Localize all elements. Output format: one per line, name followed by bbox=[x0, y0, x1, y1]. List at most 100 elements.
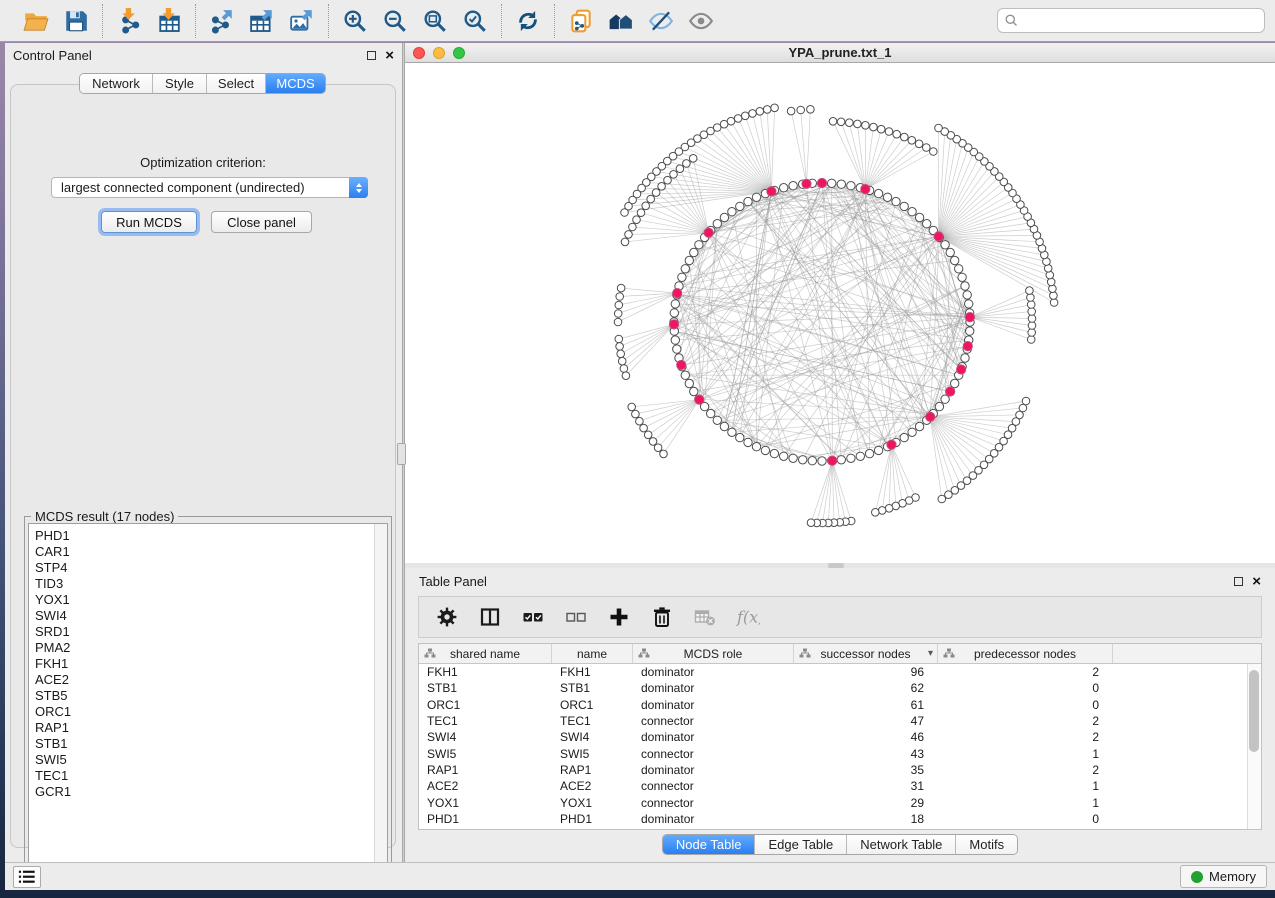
mcds-result-item[interactable]: SWI4 bbox=[35, 608, 387, 624]
table-cell: ACE2 bbox=[419, 778, 552, 794]
show-all-eye-icon[interactable] bbox=[686, 6, 716, 36]
close-table-panel-icon[interactable]: × bbox=[1252, 577, 1261, 586]
table-row[interactable]: TEC1TEC1connector472 bbox=[419, 713, 1261, 729]
tab-network-table[interactable]: Network Table bbox=[847, 835, 956, 854]
close-panel-icon[interactable]: × bbox=[385, 51, 394, 60]
zoom-selected-icon[interactable] bbox=[460, 6, 490, 36]
table-row[interactable]: PHD1PHD1dominator180 bbox=[419, 811, 1261, 827]
search-box bbox=[997, 8, 1265, 33]
table-row[interactable]: SWI4SWI4dominator462 bbox=[419, 729, 1261, 745]
float-table-panel-icon[interactable] bbox=[1234, 577, 1243, 586]
mcds-list-scrollbar[interactable] bbox=[374, 524, 387, 875]
hide-selection-eye-icon[interactable] bbox=[646, 6, 676, 36]
mcds-result-item[interactable]: CAR1 bbox=[35, 544, 387, 560]
table-cell: FKH1 bbox=[552, 664, 633, 680]
optimization-criterion-select[interactable]: largest connected component (undirected) bbox=[51, 177, 368, 198]
split-pane-icon[interactable] bbox=[476, 603, 504, 631]
table-row[interactable]: ORC1ORC1dominator610 bbox=[419, 697, 1261, 713]
neighbor-houses-icon[interactable] bbox=[606, 6, 636, 36]
import-table-icon[interactable] bbox=[154, 6, 184, 36]
run-mcds-button[interactable]: Run MCDS bbox=[101, 211, 197, 233]
tab-edge-table[interactable]: Edge Table bbox=[755, 835, 847, 854]
checked-pair-icon[interactable] bbox=[519, 603, 547, 631]
column-header-MCDS-role[interactable]: MCDS role bbox=[633, 644, 794, 663]
table-row[interactable]: FKH1FKH1dominator962 bbox=[419, 664, 1261, 680]
table-cell: ACE2 bbox=[552, 778, 633, 794]
column-header-name[interactable]: name bbox=[552, 644, 633, 663]
table-cell: connector bbox=[633, 713, 794, 729]
table-cell: 1 bbox=[938, 745, 1113, 761]
tab-motifs[interactable]: Motifs bbox=[956, 835, 1017, 854]
float-panel-icon[interactable] bbox=[367, 51, 376, 60]
network-window-title: YPA_prune.txt_1 bbox=[405, 45, 1275, 60]
zoom-out-icon[interactable] bbox=[380, 6, 410, 36]
attribute-tree-icon bbox=[424, 648, 436, 662]
unchecked-pair-icon[interactable] bbox=[562, 603, 590, 631]
column-header-successor-nodes[interactable]: successor nodes▾ bbox=[794, 644, 938, 663]
mcds-result-item[interactable]: SRD1 bbox=[35, 624, 387, 640]
memory-button[interactable]: Memory bbox=[1180, 865, 1267, 888]
open-file-icon[interactable] bbox=[21, 6, 51, 36]
export-table-icon[interactable] bbox=[247, 6, 277, 36]
tab-mcds[interactable]: MCDS bbox=[266, 74, 325, 93]
column-header-shared-name[interactable]: shared name bbox=[419, 644, 552, 663]
refresh-view-icon[interactable] bbox=[513, 6, 543, 36]
mcds-result-item[interactable]: STB1 bbox=[35, 736, 387, 752]
import-network-icon[interactable] bbox=[114, 6, 144, 36]
table-panel-tabs: Node TableEdge TableNetwork TableMotifs bbox=[662, 834, 1018, 855]
mcds-result-item[interactable]: TEC1 bbox=[35, 768, 387, 784]
mcds-result-item[interactable]: ACE2 bbox=[35, 672, 387, 688]
table-cell: dominator bbox=[633, 762, 794, 778]
mcds-result-item[interactable]: TID3 bbox=[35, 576, 387, 592]
plus-icon[interactable] bbox=[605, 603, 633, 631]
table-row[interactable]: ACE2ACE2connector311 bbox=[419, 778, 1261, 794]
zoom-fit-icon[interactable] bbox=[420, 6, 450, 36]
close-panel-button[interactable]: Close panel bbox=[211, 211, 312, 233]
mcds-result-item[interactable]: STB5 bbox=[35, 688, 387, 704]
mcds-result-title: MCDS result (17 nodes) bbox=[31, 509, 178, 524]
mcds-result-item[interactable]: YOX1 bbox=[35, 592, 387, 608]
network-window-titlebar[interactable]: YPA_prune.txt_1 bbox=[405, 43, 1275, 63]
zoom-in-icon[interactable] bbox=[340, 6, 370, 36]
table-cell: ORC1 bbox=[419, 697, 552, 713]
mcds-result-item[interactable]: RAP1 bbox=[35, 720, 387, 736]
fx-icon[interactable]: f(x) bbox=[734, 603, 762, 631]
table-cell: 0 bbox=[938, 811, 1113, 827]
table-delete-icon[interactable] bbox=[691, 603, 719, 631]
table-cell: TEC1 bbox=[552, 713, 633, 729]
table-row[interactable]: RAP1RAP1dominator352 bbox=[419, 762, 1261, 778]
mcds-result-list[interactable]: PHD1CAR1STP4TID3YOX1SWI4SRD1PMA2FKH1ACE2… bbox=[28, 523, 388, 876]
table-cell: YOX1 bbox=[419, 794, 552, 810]
panel-list-button[interactable] bbox=[13, 866, 41, 888]
save-session-icon[interactable] bbox=[61, 6, 91, 36]
export-image-icon[interactable] bbox=[287, 6, 317, 36]
tab-node-table[interactable]: Node Table bbox=[663, 835, 756, 854]
attribute-tree-icon bbox=[943, 648, 955, 662]
gear-icon[interactable] bbox=[433, 603, 461, 631]
trash-icon[interactable] bbox=[648, 603, 676, 631]
attribute-tree-icon bbox=[638, 648, 650, 662]
search-input[interactable] bbox=[997, 8, 1265, 33]
column-header-predecessor-nodes[interactable]: predecessor nodes bbox=[938, 644, 1113, 663]
table-scrollbar[interactable] bbox=[1247, 664, 1261, 830]
duplicate-network-style-icon[interactable] bbox=[566, 6, 596, 36]
table-scrollbar-thumb[interactable] bbox=[1249, 670, 1259, 752]
table-row[interactable]: SWI5SWI5connector431 bbox=[419, 745, 1261, 761]
tab-network[interactable]: Network bbox=[80, 74, 153, 93]
mcds-result-item[interactable]: PHD1 bbox=[35, 528, 387, 544]
tab-style[interactable]: Style bbox=[153, 74, 207, 93]
table-cell: PHD1 bbox=[419, 811, 552, 827]
table-row[interactable]: YOX1YOX1connector291 bbox=[419, 794, 1261, 810]
sort-desc-icon[interactable]: ▾ bbox=[928, 648, 933, 659]
network-canvas[interactable] bbox=[405, 63, 1275, 562]
mcds-result-item[interactable]: GCR1 bbox=[35, 784, 387, 800]
mcds-result-item[interactable]: SWI5 bbox=[35, 752, 387, 768]
mcds-result-item[interactable]: PMA2 bbox=[35, 640, 387, 656]
table-row[interactable]: STB1STB1dominator620 bbox=[419, 680, 1261, 696]
vertical-splitter-handle[interactable] bbox=[397, 443, 406, 465]
mcds-result-item[interactable]: FKH1 bbox=[35, 656, 387, 672]
export-network-icon[interactable] bbox=[207, 6, 237, 36]
tab-select[interactable]: Select bbox=[207, 74, 266, 93]
mcds-result-item[interactable]: STP4 bbox=[35, 560, 387, 576]
mcds-result-item[interactable]: ORC1 bbox=[35, 704, 387, 720]
